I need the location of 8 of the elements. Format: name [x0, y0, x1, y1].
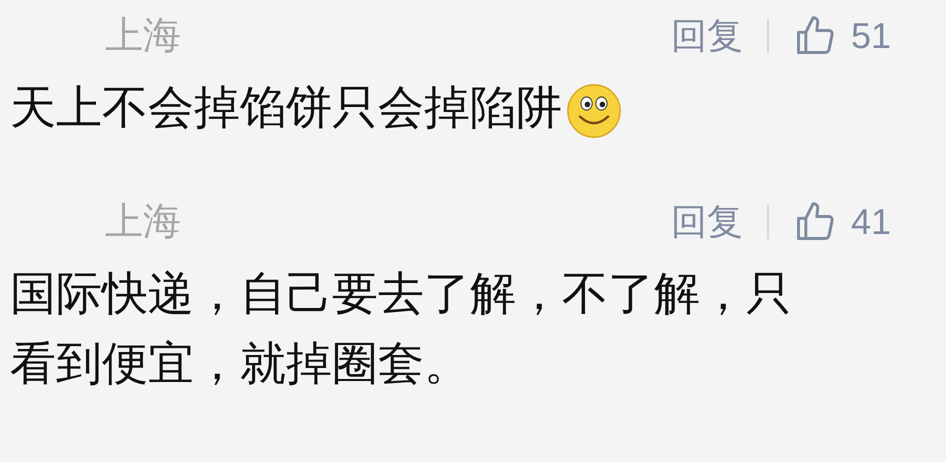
- comment-text: 国际快递，自己要去了解，不了解，只看到便宜，就掉圈套。: [10, 266, 793, 391]
- reply-button[interactable]: 回复: [670, 18, 743, 54]
- reply-button[interactable]: 回复: [670, 204, 743, 240]
- comment-text: 天上不会掉馅饼只会掉陷阱: [10, 72, 810, 142]
- like-button[interactable]: 51: [792, 14, 891, 58]
- location-label: 上海: [105, 17, 181, 55]
- location-label: 上海: [105, 203, 181, 241]
- like-button[interactable]: 41: [792, 200, 891, 244]
